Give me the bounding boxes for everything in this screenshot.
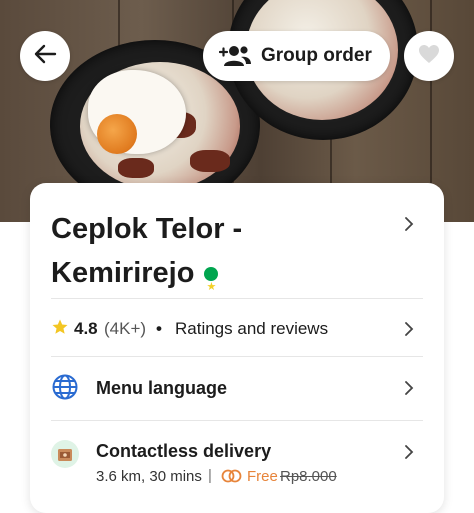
favorite-button[interactable]	[404, 31, 454, 81]
divider	[51, 298, 423, 299]
delivery-fee-free: Free	[247, 468, 278, 485]
divider	[51, 420, 423, 421]
separator-bar: |	[208, 467, 212, 484]
group-order-label: Group order	[261, 45, 372, 66]
group-order-button[interactable]: Group order	[203, 31, 390, 81]
heart-icon	[417, 43, 441, 70]
divider	[51, 356, 423, 357]
rating-value: 4.8	[74, 319, 98, 338]
rating-count: (4K+)	[104, 319, 147, 338]
back-button[interactable]	[20, 31, 70, 81]
contactless-delivery-icon	[50, 439, 80, 474]
contactless-delivery-label: Contactless delivery	[96, 441, 272, 461]
chevron-right-icon[interactable]	[404, 217, 414, 231]
original-delivery-fee: Rp8.000	[280, 468, 337, 485]
group-people-icon	[218, 44, 253, 68]
globe-icon	[52, 374, 78, 405]
ratings-reviews-link[interactable]: Ratings and reviews	[175, 319, 328, 339]
meat-piece	[118, 158, 154, 178]
restaurant-name-line2: Kemirirejo	[51, 257, 195, 289]
arrow-left-icon	[33, 44, 57, 69]
chevron-right-icon[interactable]	[404, 322, 414, 336]
restaurant-name-line1: Ceplok Telor -	[51, 213, 243, 245]
restaurant-name[interactable]: Ceplok Telor - Kemirirejo	[51, 207, 381, 309]
delivery-fee-icon	[221, 469, 243, 488]
chevron-right-icon[interactable]	[404, 381, 414, 395]
restaurant-info-card: Ceplok Telor - Kemirirejo 4.8 (4K+) • Ra…	[30, 183, 444, 513]
menu-language-label: Menu language	[96, 378, 228, 398]
chevron-right-icon[interactable]	[404, 445, 414, 459]
egg-yolk	[97, 114, 137, 154]
verified-star-badge-icon	[204, 265, 219, 309]
separator-dot: •	[156, 319, 162, 338]
meat-piece	[190, 150, 230, 172]
star-icon	[51, 318, 69, 341]
distance-time: 3.6 km, 30 mins	[96, 468, 202, 485]
